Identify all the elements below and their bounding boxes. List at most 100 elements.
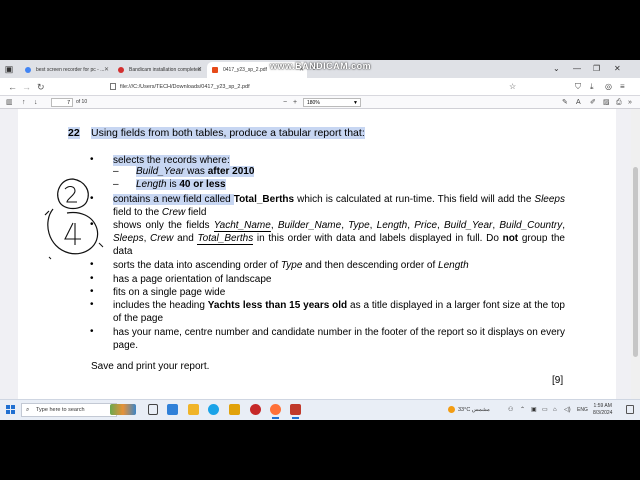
reload-icon[interactable]: ↻ bbox=[37, 81, 45, 93]
tab-label: 0417_y23_sp_2.pdf bbox=[223, 67, 267, 73]
battery-icon[interactable]: ▭ bbox=[542, 405, 548, 415]
bullet: • bbox=[90, 286, 94, 297]
close-window-icon[interactable]: ✕ bbox=[614, 62, 621, 76]
list-item: fits on a single page wide bbox=[113, 287, 226, 298]
list-item: sorts the data into ascending order of T… bbox=[113, 260, 469, 271]
pen-annotation-drawing bbox=[44, 178, 104, 260]
marks: [9] bbox=[552, 375, 564, 386]
list-item: has a page orientation of landscape bbox=[113, 274, 272, 285]
clock-date: 8/3/2024 bbox=[593, 410, 613, 416]
list-item: has your name, centre number and candida… bbox=[113, 327, 565, 351]
pdf-page: 22 Using fields from both tables, produc… bbox=[18, 109, 616, 399]
bandicam-watermark: www.BANDICAM.com bbox=[270, 61, 372, 71]
bullet: • bbox=[90, 326, 94, 337]
bullet: • bbox=[90, 299, 94, 310]
tab-bandicam-installation[interactable]: Bandicam installation completed ✕ bbox=[113, 62, 205, 78]
firefox-icon[interactable] bbox=[270, 404, 281, 419]
bookmark-star-icon[interactable]: ☆ bbox=[509, 81, 516, 93]
weather-temperature: 33°C bbox=[458, 407, 471, 413]
menu-icon[interactable]: ≡ bbox=[620, 81, 625, 93]
question-text: Using fields from both tables, produce a… bbox=[91, 127, 365, 139]
close-tab-icon[interactable]: ✕ bbox=[197, 62, 202, 78]
tray-app-icon[interactable]: ▣ bbox=[531, 405, 537, 415]
weather-widget[interactable]: 33°C مشمس bbox=[448, 405, 490, 415]
tab-list-icon[interactable]: ▣ bbox=[4, 64, 14, 74]
network-icon[interactable]: ⌂ bbox=[553, 405, 557, 415]
forward-icon[interactable]: → bbox=[22, 81, 31, 93]
sidebar-toggle-icon[interactable]: ▥ bbox=[6, 97, 13, 108]
search-highlight-icon[interactable] bbox=[110, 404, 136, 415]
print-icon[interactable]: ⎙ bbox=[616, 97, 622, 108]
page-count: of 10 bbox=[76, 99, 88, 105]
list-item: shows only the fields Yacht_Name, Builde… bbox=[113, 220, 565, 257]
save-instruction: Save and print your report. bbox=[91, 361, 210, 372]
bullet: • bbox=[90, 154, 94, 165]
tab-bar: ▣ best screen recorder for pc - ... ✕ Ba… bbox=[0, 60, 640, 78]
sun-icon bbox=[448, 406, 455, 414]
task-view-icon[interactable] bbox=[148, 404, 158, 415]
tab-screen-recorder-search[interactable]: best screen recorder for pc - ... ✕ bbox=[20, 62, 112, 78]
chevron-up-icon[interactable]: ⌃ bbox=[520, 405, 525, 415]
back-icon[interactable]: ← bbox=[8, 81, 17, 93]
zoom-in-icon[interactable]: + bbox=[293, 97, 297, 108]
pdf-favicon-icon bbox=[212, 67, 218, 73]
taskbar-search-input[interactable]: ⌕ Type here to search bbox=[21, 403, 117, 417]
search-placeholder: Type here to search bbox=[36, 407, 85, 413]
pocket-icon[interactable]: ⛉ bbox=[575, 81, 581, 93]
tab-dropdown-icon[interactable]: ⌄ bbox=[553, 62, 560, 76]
previous-page-icon[interactable]: ↑ bbox=[22, 97, 26, 108]
vertical-scrollbar[interactable] bbox=[631, 109, 640, 399]
next-page-icon[interactable]: ↓ bbox=[34, 97, 38, 108]
draw-icon[interactable]: ✐ bbox=[590, 97, 596, 108]
address-bar[interactable]: file:///C:/Users/TECH/Downloads/0417_y23… bbox=[110, 81, 500, 94]
taskbar-clock[interactable]: 1:59 AM 8/3/2024 bbox=[593, 403, 612, 417]
zoom-value: 180% bbox=[307, 100, 320, 106]
edge-icon[interactable] bbox=[208, 404, 219, 415]
volume-icon[interactable]: ◁) bbox=[564, 405, 571, 415]
dash: – bbox=[113, 179, 119, 190]
folder-icon[interactable] bbox=[229, 404, 240, 415]
pdf-toolbar: ▥ ↑ ↓ 7 of 10 − + 180% ▼ ✎ A ✐ ▨ ⎙ » bbox=[0, 96, 640, 109]
url-text: file:///C:/Users/TECH/Downloads/0417_y23… bbox=[120, 84, 250, 90]
tab-label: best screen recorder for pc - ... bbox=[36, 67, 105, 73]
file-icon bbox=[110, 83, 116, 91]
clock-time: 1:59 AM bbox=[593, 403, 612, 409]
image-icon[interactable]: ▨ bbox=[603, 97, 610, 108]
pdf-viewer[interactable]: 22 Using fields from both tables, produc… bbox=[0, 109, 640, 399]
list-item: includes the heading Yachts less than 15… bbox=[113, 300, 565, 324]
page-number-input[interactable]: 7 bbox=[51, 98, 73, 107]
windows-taskbar: ⌕ Type here to search 33°C مشمس ⚇ ⌃ ▣ ▭ … bbox=[0, 399, 640, 420]
tab-label: Bandicam installation completed bbox=[129, 67, 201, 73]
scrollbar-thumb[interactable] bbox=[633, 167, 638, 357]
zoom-select[interactable]: 180% ▼ bbox=[303, 98, 361, 107]
file-explorer-icon[interactable] bbox=[188, 404, 199, 415]
search-icon: ⌕ bbox=[26, 407, 30, 413]
sub-item-length: Length is 40 or less bbox=[136, 179, 226, 190]
access-icon[interactable] bbox=[290, 404, 301, 419]
language-indicator[interactable]: ENG bbox=[577, 405, 588, 415]
mail-icon[interactable] bbox=[167, 404, 178, 415]
bandicam-favicon-icon bbox=[118, 67, 124, 73]
question-number: 22 bbox=[68, 127, 80, 139]
sub-item-build-year: Build_Year was after 2010 bbox=[136, 166, 255, 177]
screen: ▣ best screen recorder for pc - ... ✕ Ba… bbox=[0, 60, 640, 420]
account-icon[interactable]: ◎ bbox=[605, 81, 612, 93]
highlight-icon[interactable]: ✎ bbox=[562, 97, 568, 108]
close-tab-icon[interactable]: ✕ bbox=[104, 62, 109, 78]
people-icon[interactable]: ⚇ bbox=[508, 405, 513, 415]
navigation-bar: ← → ↻ file:///C:/Users/TECH/Downloads/04… bbox=[0, 78, 640, 96]
windows-start-icon[interactable] bbox=[6, 405, 15, 414]
more-tools-icon[interactable]: » bbox=[628, 97, 632, 108]
minimize-icon[interactable]: — bbox=[573, 62, 581, 76]
bullet: • bbox=[90, 273, 94, 284]
list-item: contains a new field called Total_Berths… bbox=[113, 194, 565, 218]
dash: – bbox=[113, 166, 119, 177]
text-icon[interactable]: A bbox=[576, 97, 581, 108]
google-favicon-icon bbox=[25, 67, 31, 73]
downloads-icon[interactable]: ⤓ bbox=[590, 81, 594, 93]
maximize-icon[interactable]: ❐ bbox=[593, 62, 600, 76]
notification-icon[interactable] bbox=[626, 405, 634, 414]
zoom-out-icon[interactable]: − bbox=[283, 97, 287, 108]
chevron-down-icon: ▼ bbox=[353, 100, 358, 106]
bandicam-icon[interactable] bbox=[250, 404, 261, 415]
